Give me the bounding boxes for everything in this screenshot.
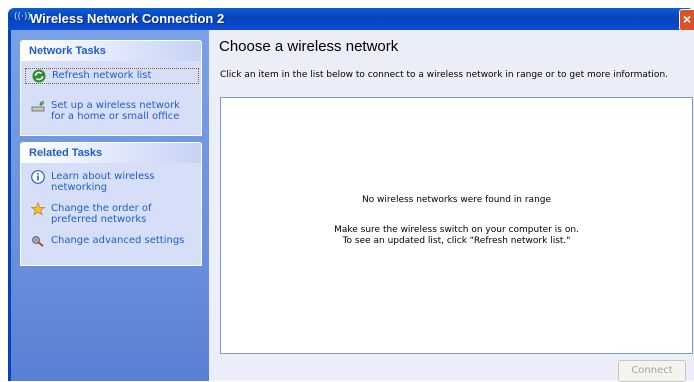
network-tasks-heading[interactable]: Network Tasks [21,41,201,61]
settings-icon [31,234,45,248]
page-description: Click an item in the list below to conne… [220,70,669,80]
window-title: Wireless Network Connection 2 [30,11,225,26]
refresh-network-list-link[interactable]: Refresh network list [25,68,199,84]
learn-about-wireless-label: Learn about wireless networking [51,171,155,193]
change-network-order-link[interactable]: Change the order of preferred networks [25,202,197,226]
main-content: Choose a wireless network Click an item … [209,30,694,382]
close-button[interactable]: × [679,9,694,31]
related-tasks-panel: Related Tasks Learn about wireless netwo… [20,142,202,266]
empty-list-hint-line1: Make sure the wireless switch on your co… [334,225,579,235]
setup-wireless-network-label: Set up a wireless network for a home or … [51,100,180,122]
network-tasks-panel: Network Tasks Refresh network list Set u… [20,40,202,136]
wireless-icon: ((·)) [14,12,31,22]
empty-list-hint-line2: To see an updated list, click "Refresh n… [342,236,571,246]
refresh-network-list-label: Refresh network list [52,70,152,81]
refresh-icon [32,69,46,83]
change-advanced-settings-link[interactable]: Change advanced settings [25,234,197,258]
change-advanced-settings-label: Change advanced settings [51,235,185,246]
title-bar[interactable]: ((·)) Wireless Network Connection 2 × [8,8,694,31]
star-icon [30,202,46,216]
empty-list-message: No wireless networks were found in range [361,195,552,205]
related-tasks-heading[interactable]: Related Tasks [21,143,201,163]
connect-button[interactable]: Connect [618,360,686,382]
info-icon [31,170,45,184]
setup-network-icon [31,99,45,113]
learn-about-wireless-link[interactable]: Learn about wireless networking [25,170,197,194]
change-network-order-label: Change the order of preferred networks [51,203,152,225]
setup-wireless-network-link[interactable]: Set up a wireless network for a home or … [25,99,197,123]
task-sidebar: Network Tasks Refresh network list Set u… [11,30,209,381]
wireless-network-window: ((·)) Wireless Network Connection 2 × Ne… [0,0,694,382]
page-title: Choose a wireless network [219,38,399,55]
empty-list-hint: Make sure the wireless switch on your co… [221,225,692,247]
wireless-network-list[interactable]: No wireless networks were found in range… [220,97,693,354]
